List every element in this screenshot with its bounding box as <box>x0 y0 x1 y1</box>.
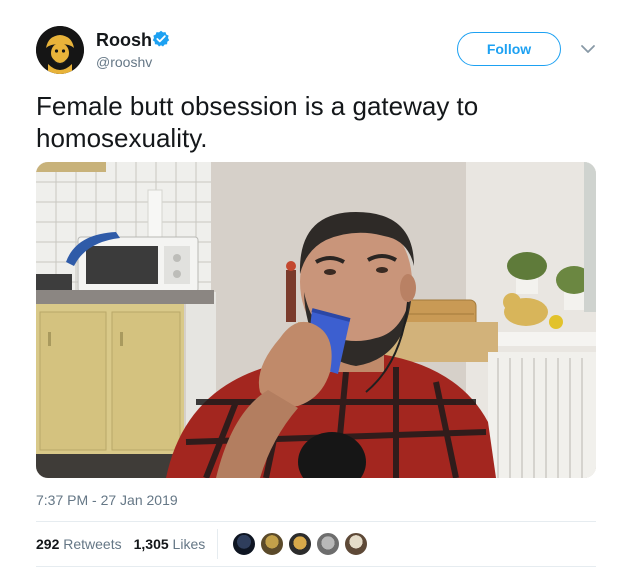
verified-badge-icon <box>152 30 170 48</box>
chevron-down-icon[interactable] <box>580 42 596 54</box>
avatar[interactable] <box>36 26 84 74</box>
retweets-count: 292 <box>36 536 60 552</box>
stats-separator <box>217 529 219 559</box>
tweet-card: Roosh @rooshv Follow Female butt obsessi… <box>0 0 630 571</box>
tweet-timestamp[interactable]: 7:37 PM - 27 Jan 2019 <box>36 492 178 508</box>
liker-avatar[interactable] <box>316 532 341 556</box>
liker-avatar[interactable] <box>344 532 369 556</box>
retweets-label: Retweets <box>63 536 122 552</box>
follow-button[interactable]: Follow <box>457 32 561 66</box>
engagement-stats: 292 Retweets 1,305 Likes <box>36 523 596 565</box>
divider <box>36 566 596 567</box>
user-handle[interactable]: @rooshv <box>96 54 152 70</box>
tweet-text: Female butt obsession is a gateway to ho… <box>36 91 479 153</box>
divider <box>36 521 596 522</box>
liker-avatar[interactable] <box>232 532 257 556</box>
tweet-media-video[interactable] <box>36 162 596 478</box>
liker-avatar[interactable] <box>260 532 285 556</box>
liker-avatar[interactable] <box>288 532 313 556</box>
likes-label: Likes <box>172 536 206 552</box>
likes-stat[interactable]: 1,305 Likes <box>134 536 206 552</box>
display-name[interactable]: Roosh <box>96 30 152 50</box>
retweets-stat[interactable]: 292 Retweets <box>36 536 122 552</box>
likes-count: 1,305 <box>133 536 169 552</box>
liker-avatars <box>232 532 372 556</box>
